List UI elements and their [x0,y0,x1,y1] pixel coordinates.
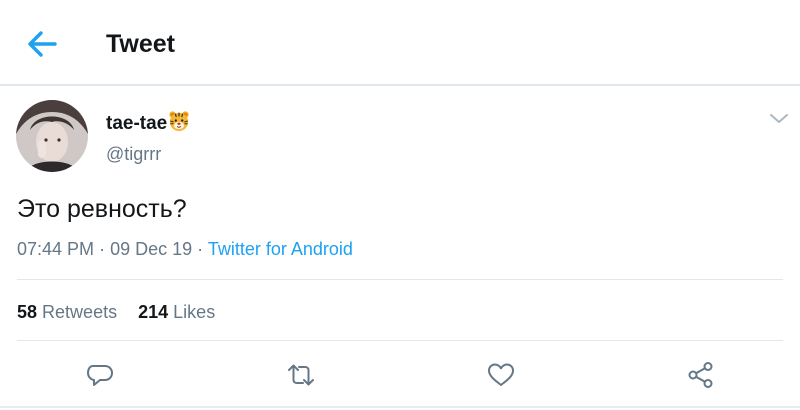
share-icon [688,362,713,388]
tweet-meta: 07:44 PM · 09 Dec 19 · Twitter for Andro… [17,237,353,261]
retweet-button[interactable] [286,360,316,390]
app-header: Tweet [0,0,800,86]
divider [0,406,800,408]
reply-icon [87,365,113,386]
retweets-count: 58 [17,302,38,322]
retweets-label: Retweets [42,302,118,322]
like-button[interactable] [486,360,516,390]
retweet-icon [288,364,314,386]
tweet-stats: 58 Retweets 214 Likes [17,300,231,324]
chevron-down-icon [770,114,788,123]
display-name-text[interactable]: tae-tae [106,113,167,134]
meta-separator: · [197,239,204,259]
likes-stat[interactable]: 214 Likes [138,302,215,322]
tweet-date: 09 Dec 19 [110,239,193,259]
tweet-text: Это ревность? [17,195,187,223]
tweet-source-link[interactable]: Twitter for Android [208,239,353,259]
author-handle[interactable]: @tigrrr [106,143,161,165]
avatar[interactable] [16,100,88,172]
divider [17,340,783,341]
meta-separator: · [99,239,106,259]
page-title: Tweet [106,30,175,58]
tweet-options-button[interactable] [768,112,790,126]
likes-count: 214 [138,302,169,322]
retweets-stat[interactable]: 58 Retweets [17,302,117,322]
tiger-face-emoji-icon [168,110,190,139]
avatar-image [16,100,88,172]
author-display-name: tae-tae [106,110,190,139]
back-button[interactable] [24,26,60,62]
tweet-time: 07:44 PM [17,239,95,259]
reply-button[interactable] [85,360,115,390]
like-icon [488,363,514,386]
share-button[interactable] [686,360,716,390]
likes-label: Likes [173,302,216,322]
back-arrow-icon [28,31,57,57]
divider [17,279,783,280]
